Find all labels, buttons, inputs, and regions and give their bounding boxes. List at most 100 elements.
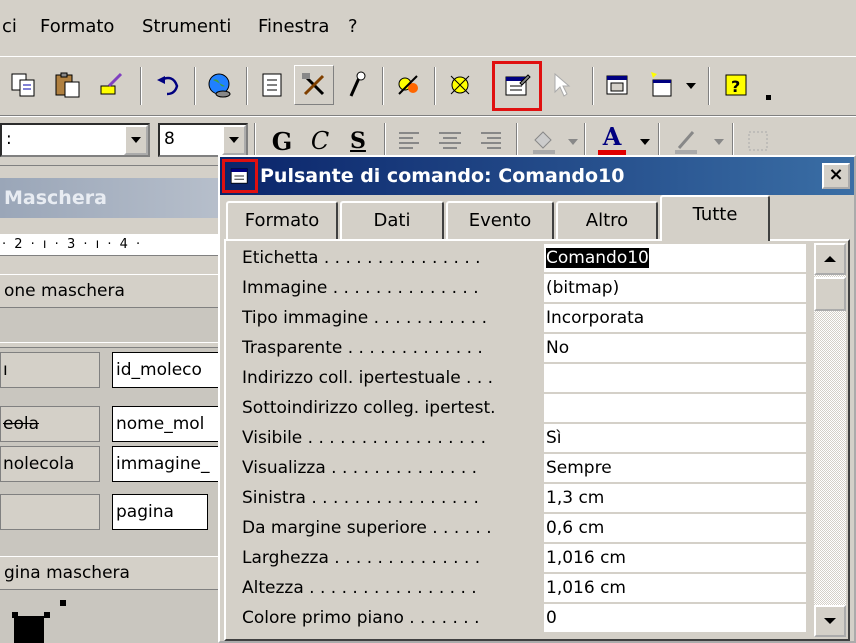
field-label[interactable]: ı [0,352,100,388]
dialog-window-icon[interactable] [222,159,258,193]
property-row[interactable]: Sottoindirizzo colleg. ipertest. [228,393,808,423]
property-row[interactable]: Visualizza . . . . . . . . . . . . . . S… [228,453,808,483]
font-name-value: : [6,129,12,149]
chevron-down-icon[interactable] [712,137,726,147]
selection-handle[interactable] [12,612,18,618]
scroll-up-button[interactable] [814,243,846,275]
form-footer-section[interactable]: gina maschera [0,556,232,590]
font-color-button[interactable]: A [592,119,632,159]
selection-handle[interactable] [44,612,50,618]
property-row[interactable]: Larghezza . . . . . . . . . . . . . . 1,… [228,543,808,573]
separator [584,123,586,159]
property-value[interactable] [544,394,806,422]
menu-item-finestra[interactable]: Finestra [258,16,329,37]
property-value[interactable]: 0 [544,604,806,632]
scroll-down-button[interactable] [814,605,846,637]
property-value[interactable]: No [544,334,806,362]
property-row[interactable]: Sinistra . . . . . . . . . . . . . . . .… [228,483,808,513]
properties-button[interactable] [492,61,542,111]
tab-evento[interactable]: Evento [446,201,554,241]
field-textbox[interactable]: nome_mol [112,406,232,442]
command-button-control[interactable] [14,616,44,643]
property-value[interactable]: (bitmap) [544,274,806,302]
chevron-down-icon[interactable] [566,137,580,147]
menu-item-formato[interactable]: Formato [40,16,114,37]
property-row[interactable]: Da margine superiore . . . . . . 0,6 cm [228,513,808,543]
form-window-title[interactable]: Maschera [0,178,232,218]
help-icon: ? [725,74,747,96]
autoformat-button[interactable] [336,65,376,105]
field-label[interactable] [0,494,100,530]
property-row[interactable]: Tipo immagine . . . . . . . . . . . Inco… [228,303,808,333]
menu-bar: ci Formato Strumenti Finestra ? [0,0,856,56]
align-center-icon [439,132,461,149]
property-name: Altezza . . . . . . . . . . . . . . . . [242,578,477,598]
property-row[interactable]: Indirizzo coll. ipertestuale . . . [228,363,808,393]
code-button[interactable] [440,65,480,105]
property-row[interactable]: Etichetta . . . . . . . . . . . . . . . … [228,243,808,273]
form-design-toolbar: ? [0,56,856,116]
property-row[interactable]: Altezza . . . . . . . . . . . . . . . . … [228,573,808,603]
menu-item-partial[interactable]: ci [2,16,17,37]
font-name-combo[interactable]: : [0,123,150,157]
property-value[interactable]: 1,016 cm [544,574,806,602]
property-value[interactable]: Sì [544,424,806,452]
property-value[interactable]: Comando10 [544,244,806,272]
toolbox-icon [302,73,325,96]
chevron-down-icon[interactable] [638,137,652,147]
scrollbar-thumb[interactable] [814,277,846,311]
form-design-view: Maschera · 2 · ı · 3 · ı · 4 · one masch… [0,166,232,643]
chevron-down-icon[interactable] [684,81,698,91]
field-list-button[interactable] [252,65,292,105]
undo-button[interactable] [148,65,188,105]
copy-button[interactable] [4,65,44,105]
property-row[interactable]: Trasparente . . . . . . . . . . . . . No [228,333,808,363]
property-value[interactable]: Sempre [544,454,806,482]
property-row[interactable]: Colore primo piano . . . . . . . 0 [228,603,808,633]
wand-icon [349,71,366,97]
font-size-dropdown-button[interactable] [222,125,246,155]
font-name-dropdown-button[interactable] [124,125,148,155]
property-value[interactable]: 1,016 cm [544,544,806,572]
toolbox-button[interactable] [294,65,334,105]
field-label[interactable]: nolecola [0,446,100,482]
build-button[interactable] [388,65,428,105]
property-value[interactable]: 1,3 cm [544,484,806,512]
font-size-combo[interactable]: 8 [158,123,248,157]
separator [384,123,386,159]
format-painter-button[interactable] [92,65,132,105]
menu-item-strumenti[interactable]: Strumenti [142,16,231,37]
tab-dati[interactable]: Dati [340,201,444,241]
dialog-title[interactable]: Pulsante di comando: Comando10 [220,157,854,195]
form-header-section[interactable]: one maschera [0,274,232,308]
selected-value-text[interactable]: Comando10 [546,248,649,268]
form-footer-area [0,590,232,643]
paint-bucket-icon [533,131,555,154]
tab-altro[interactable]: Altro [556,201,658,241]
property-value[interactable] [544,364,806,392]
selection-handle[interactable] [60,600,66,606]
select-object-button[interactable] [544,65,584,105]
property-row[interactable]: Visibile . . . . . . . . . . . . . . . .… [228,423,808,453]
property-row[interactable]: Immagine . . . . . . . . . . . . . . (bi… [228,273,808,303]
toolbar-options-icon[interactable] [762,91,776,101]
paste-button[interactable] [48,65,88,105]
close-button[interactable]: × [822,163,850,189]
new-object-button[interactable] [640,65,680,105]
property-value[interactable]: Incorporata [544,304,806,332]
property-name: Visibile . . . . . . . . . . . . . . . .… [242,428,486,448]
help-button[interactable]: ? [716,65,756,105]
property-scrollbar[interactable] [814,243,846,637]
field-textbox[interactable]: id_moleco [112,352,232,388]
tab-formato[interactable]: Formato [226,201,338,241]
property-sheet-dialog: Pulsante di comando: Comando10 × Formato… [218,155,856,643]
property-value[interactable]: 0,6 cm [544,514,806,542]
database-window-button[interactable] [598,65,638,105]
tab-tutte[interactable]: Tutte [660,195,770,241]
new-object-icon [651,72,672,97]
field-label[interactable]: eola [0,406,100,442]
menu-item-help[interactable]: ? [348,16,358,37]
hyperlink-button[interactable] [200,65,240,105]
field-textbox[interactable]: pagina [112,494,208,530]
field-textbox[interactable]: immagine_ [112,446,232,482]
